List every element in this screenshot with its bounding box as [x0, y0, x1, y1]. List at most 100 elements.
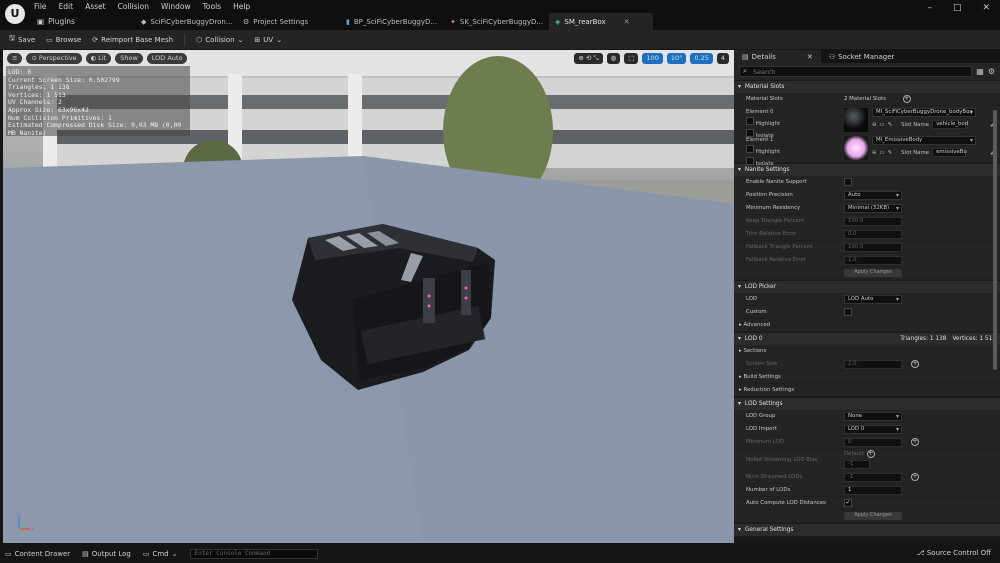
content-drawer-button[interactable]: ▭ Content Drawer: [5, 550, 70, 558]
tab-sm-rearbox[interactable]: ◈ SM_rearBox ✕: [549, 13, 653, 30]
minimize-icon[interactable]: –: [927, 3, 932, 13]
menu-help[interactable]: Help: [233, 2, 250, 11]
add-icon[interactable]: +: [911, 438, 919, 446]
tab-scificyberbuggydrone[interactable]: ◆ SciFiCyberBuggyDron...: [135, 13, 239, 30]
add-slot-icon[interactable]: +: [902, 95, 911, 103]
section-lod-settings[interactable]: ▾ LOD Settings: [734, 397, 1000, 410]
build-settings-row[interactable]: ▸ Build Settings: [734, 371, 1000, 384]
cmd-dropdown[interactable]: ▭ Cmd ⌄: [143, 550, 178, 558]
world-space-icon[interactable]: ◍: [606, 53, 621, 64]
position-precision-dropdown[interactable]: Auto: [844, 190, 902, 200]
close-tab-icon[interactable]: ✕: [807, 53, 813, 61]
element-1-material: MI_EmissiveBody ⊖ ▭ ✎ Slot Name emissive…: [872, 136, 976, 157]
tab-details[interactable]: ▤ Details ✕: [734, 50, 821, 63]
tab-bp-scificyberbuggy[interactable]: ▮ BP_SciFiCyberBuggyD...: [340, 13, 443, 30]
material-dropdown[interactable]: MI_SciFiCyberBuggyDrone_bodyBox: [872, 108, 976, 117]
perspective-button[interactable]: ⊙ Perspective: [26, 53, 82, 64]
tab-socket-manager[interactable]: ⚇ Socket Manager: [821, 50, 903, 63]
add-icon[interactable]: +: [911, 360, 919, 368]
menu-file[interactable]: File: [34, 2, 47, 11]
plugins-label: Plugins: [48, 17, 75, 26]
material-thumbnail[interactable]: [844, 108, 868, 132]
camera-speed-value[interactable]: 4: [716, 53, 729, 64]
minimum-residency-dropdown[interactable]: Minimal (32KB): [844, 203, 902, 213]
console-input[interactable]: Enter Console Command: [189, 549, 318, 559]
use-asset-icon[interactable]: ⊖: [872, 122, 877, 128]
lod-group-dropdown[interactable]: None: [844, 411, 902, 421]
auto-compute-checkbox[interactable]: ✓: [844, 499, 852, 507]
details-scrollbar[interactable]: [993, 110, 997, 370]
sections-row[interactable]: ▸ Sections: [734, 345, 1000, 358]
menu-edit[interactable]: Edit: [59, 2, 74, 11]
slot-name-field[interactable]: emissiveBo: [932, 148, 967, 157]
maximize-icon[interactable]: □: [953, 3, 962, 13]
element-name: Element 0: [746, 109, 774, 115]
highlight-checkbox[interactable]: [746, 117, 754, 125]
isolate-checkbox[interactable]: [746, 157, 754, 165]
menu-tools[interactable]: Tools: [203, 2, 221, 11]
enable-nanite-checkbox[interactable]: [844, 178, 852, 186]
browse-asset-icon[interactable]: ▭: [880, 150, 885, 156]
source-control-button[interactable]: ⎇ Source Control Off: [917, 549, 991, 557]
rotation-snap-value[interactable]: 10°: [666, 53, 687, 64]
use-asset-icon[interactable]: ⊖: [872, 150, 877, 156]
show-button[interactable]: Show: [115, 53, 143, 64]
highlight-checkbox[interactable]: [746, 145, 754, 153]
section-general-settings[interactable]: ▾ General Settings: [734, 523, 1000, 536]
nanite-apply-changes-button[interactable]: Apply Changes: [844, 269, 902, 277]
custom-row: Custom: [734, 306, 1000, 319]
lit-button[interactable]: ◐ Lit: [85, 53, 112, 64]
add-icon[interactable]: +: [866, 450, 875, 458]
advanced-row[interactable]: ▸ Advanced: [734, 319, 1000, 332]
surface-snap-icon[interactable]: ⬚: [624, 53, 639, 64]
mesh-viewport[interactable]: ≡ ⊙ Perspective ◐ Lit Show LOD Auto ⊕ ⟲ ⤡ …: [3, 50, 734, 543]
search-input[interactable]: [739, 66, 973, 77]
browse-button[interactable]: ▭ Browse: [46, 36, 81, 44]
save-button[interactable]: 🖫 Save: [9, 34, 35, 45]
collision-dropdown[interactable]: ⬡ Collision ⌄: [196, 36, 243, 44]
uv-dropdown[interactable]: ⊞ UV ⌄: [254, 36, 282, 44]
close-tab-icon[interactable]: ✕: [624, 18, 630, 26]
plugins-button[interactable]: ▣ Plugins: [37, 17, 75, 26]
lod-import-dropdown[interactable]: LOD 0: [844, 424, 902, 434]
tab-project-settings[interactable]: ⚙ Project Settings: [237, 13, 314, 30]
custom-checkbox[interactable]: [844, 308, 852, 316]
section-material-slots[interactable]: ▾ Material Slots: [734, 80, 1000, 93]
tab-sk-scificyberbuggy[interactable]: ✦ SK_SciFiCyberBuggyD...: [444, 13, 549, 30]
section-lod-picker[interactable]: ▾ LOD Picker: [734, 280, 1000, 293]
grid-view-icon[interactable]: ▦: [976, 67, 984, 76]
grid-snap-value[interactable]: 100: [642, 53, 663, 64]
number-of-lods-field[interactable]: 1: [844, 485, 902, 495]
chevron-down-icon: ▾: [738, 336, 741, 342]
chevron-right-icon: ▸: [739, 374, 742, 380]
close-window-icon[interactable]: ✕: [982, 3, 990, 13]
menu-collision[interactable]: Collision: [118, 2, 149, 11]
menu-window[interactable]: Window: [161, 2, 191, 11]
lod-dropdown[interactable]: LOD Auto: [844, 294, 902, 304]
edit-asset-icon[interactable]: ✎: [888, 122, 893, 128]
viewport-menu-button[interactable]: ≡: [7, 53, 23, 64]
transform-tools[interactable]: ⊕ ⟲ ⤡: [574, 53, 603, 64]
edit-asset-icon[interactable]: ✎: [888, 150, 893, 156]
section-lod-0[interactable]: ▾ LOD 0 Triangles: 1 138 Vertices: 1 513: [734, 332, 1000, 345]
lod0-vertices: Vertices: 1 513: [952, 336, 996, 342]
menu-asset[interactable]: Asset: [85, 2, 106, 11]
unreal-logo-icon[interactable]: U: [5, 4, 25, 24]
material-dropdown[interactable]: MI_EmissiveBody: [872, 136, 976, 145]
chevron-down-icon: ▾: [738, 527, 741, 533]
folder-icon: ▭: [46, 35, 53, 44]
scale-snap-value[interactable]: 0.25: [690, 53, 713, 64]
lod-apply-changes-button[interactable]: Apply Changes: [844, 512, 902, 520]
material-slots-count: 2 Material Slots +: [844, 95, 911, 103]
output-log-button[interactable]: ▤ Output Log: [82, 550, 131, 558]
reduction-settings-row[interactable]: ▸ Reduction Settings: [734, 384, 1000, 397]
lod-auto-button[interactable]: LOD Auto: [146, 53, 188, 64]
material-thumbnail[interactable]: [844, 136, 868, 160]
browse-asset-icon[interactable]: ▭: [880, 122, 885, 128]
settings-icon[interactable]: ⚙: [988, 67, 995, 76]
advanced-label: ▸ Advanced: [739, 322, 770, 328]
reimport-button[interactable]: ⟳ Reimport Base Mesh: [92, 36, 173, 44]
screen-size-field: 2,0: [844, 359, 902, 369]
slot-name-field[interactable]: vehicle_bod: [932, 120, 968, 129]
add-icon[interactable]: +: [911, 473, 919, 481]
